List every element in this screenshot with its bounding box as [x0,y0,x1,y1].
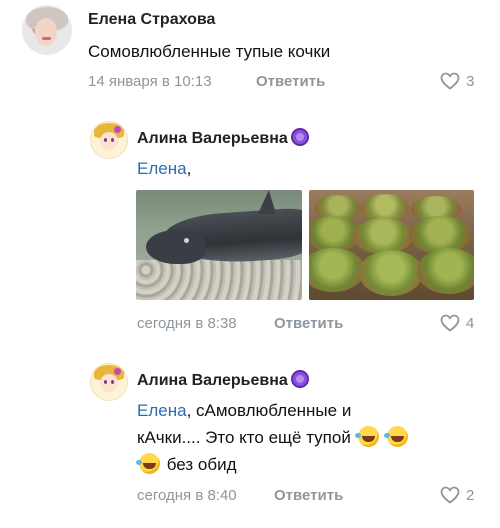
like-button[interactable]: 3 [440,72,474,90]
rofl-emoji-icon [384,426,409,447]
photo-fish-eye [184,238,189,243]
photo-mound [309,248,365,292]
avatar-alina[interactable] [90,363,128,401]
avatar-face [35,18,57,46]
avatar-elena[interactable] [22,5,72,55]
verified-badge-icon [290,128,309,146]
comment-date: 14 января в 10:13 [88,73,212,90]
comment-text-line: без обид [136,451,237,478]
avatar-flower [114,368,121,375]
comment-date: сегодня в 8:40 [137,487,237,504]
comment-date: сегодня в 8:38 [137,315,237,332]
comment-text: Елена, [137,155,191,182]
avatar-eye [104,138,107,142]
heart-icon [440,314,460,332]
author-name: Алина Валерьевна [137,372,288,389]
comment-author[interactable]: Алина Валерьевна [137,370,309,390]
attached-photo-catfish[interactable] [136,190,302,300]
avatar-face [100,374,118,392]
like-button[interactable]: 2 [440,486,474,504]
comment-text-line: кАчки.... Это кто ещё тупой [137,424,410,451]
verified-badge-icon [290,370,309,388]
rofl-emoji-icon [136,453,160,474]
heart-icon [440,72,460,90]
mention-link[interactable]: Елена [137,159,187,178]
like-count: 4 [466,314,475,332]
avatar-alina[interactable] [90,121,128,159]
avatar-eye [111,138,114,142]
avatar-face [100,132,118,150]
like-button[interactable]: 4 [440,314,474,332]
photo-mound [353,218,413,254]
avatar-eye [111,380,114,384]
reply-button[interactable]: Ответить [274,315,343,332]
comment-author[interactable]: Елена Страхова [88,11,215,29]
heart-icon [440,486,460,504]
mention-link[interactable]: Елена [137,401,187,420]
like-count: 3 [466,72,475,90]
comment-text-line: Елена, сАмовлюбленные и [137,397,351,424]
comment-author[interactable]: Алина Валерьевна [137,128,309,148]
attached-photo-moss-mounds[interactable] [309,190,474,300]
photo-fish-head [146,230,206,264]
like-count: 2 [466,486,475,504]
avatar-eye [104,380,107,384]
text-line: кАчки.... Это кто ещё тупой [137,428,351,447]
photo-mound [359,250,423,296]
avatar-lips [42,37,51,40]
text-rest: , [186,159,192,178]
text-line: без обид [166,455,237,474]
rofl-emoji-icon [354,426,379,447]
author-name: Алина Валерьевна [137,130,288,147]
photo-fish-fin [258,190,276,214]
reply-button[interactable]: Ответить [274,487,343,504]
avatar-flower [114,126,121,133]
text-rest: , сАмовлюбленные и [186,401,352,420]
photo-mound [417,248,474,294]
reply-button[interactable]: Ответить [256,73,325,90]
photo-gravel [136,260,302,300]
comment-text: Сомовлюбленные тупые кочки [88,42,331,61]
